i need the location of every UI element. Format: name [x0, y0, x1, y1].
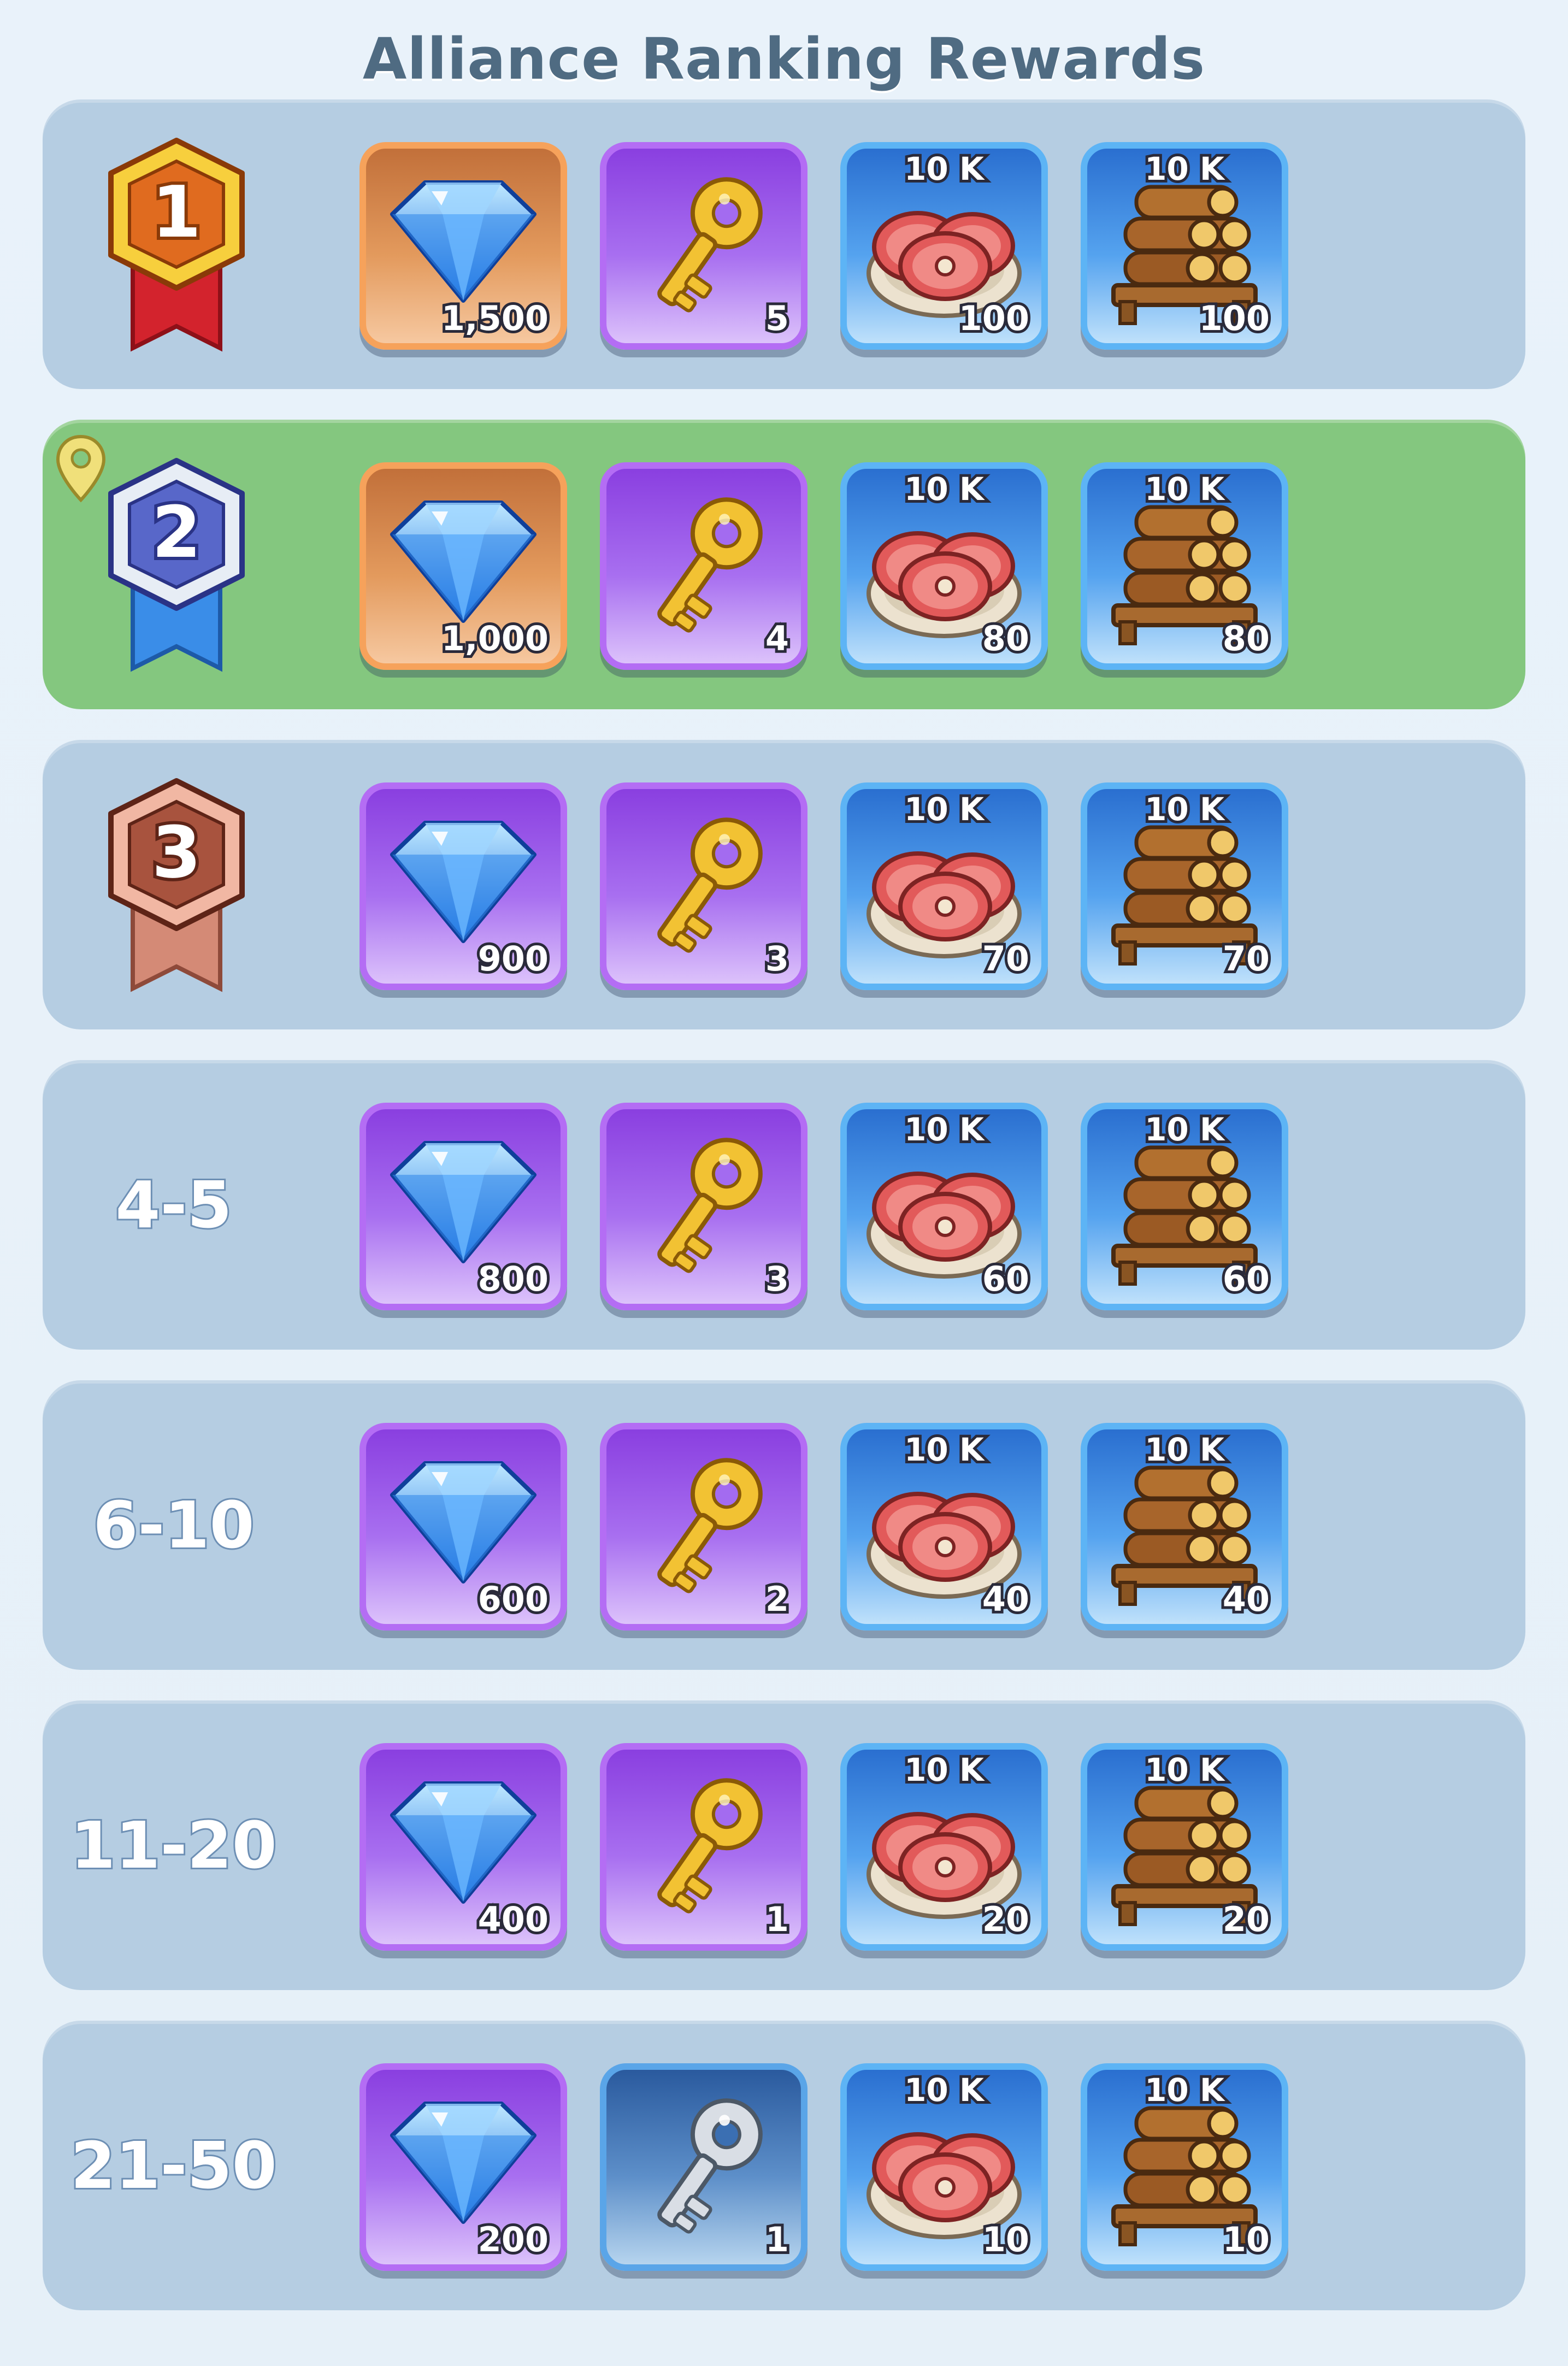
reward-row: 4-5 800 3 10 K 60 10 K 60: [43, 1060, 1525, 1350]
reward-quantity: 1: [763, 2220, 792, 2259]
rank-label: 3: [43, 740, 316, 1029]
resource-amount-tag: 10 K: [901, 1431, 987, 1468]
reward-quantity: 200: [475, 2220, 551, 2259]
medal-number: 2: [152, 491, 201, 574]
resource-amount-tag: 10 K: [901, 1751, 987, 1788]
reward-card[interactable]: 10 K 40: [1081, 1423, 1288, 1631]
reward-card[interactable]: 10 K 70: [840, 782, 1048, 990]
reward-quantity: 1,500: [439, 298, 551, 338]
reward-row: 21-50 200 1 10 K 10 10 K 10: [43, 2021, 1525, 2310]
reward-quantity: 60: [1220, 1259, 1272, 1299]
reward-card[interactable]: 10 K 70: [1081, 782, 1288, 990]
reward-quantity: 80: [980, 619, 1032, 658]
reward-card[interactable]: 400: [359, 1743, 567, 1951]
reward-card[interactable]: 5: [600, 142, 807, 350]
rank-range-text: 4-5: [114, 1166, 233, 1244]
reward-card[interactable]: 1: [600, 1743, 807, 1951]
rank-label: 1: [43, 99, 316, 389]
reward-row: 3 900 3 10 K 70 10 K 70: [43, 740, 1525, 1029]
reward-row: 1 1,500 5 10 K 100 10 K 100: [43, 99, 1525, 389]
reward-card[interactable]: 10 K 40: [840, 1423, 1048, 1631]
rank-range-text: 11-20: [69, 1806, 278, 1885]
reward-quantity: 100: [956, 298, 1032, 338]
reward-quantity: 60: [980, 1259, 1032, 1299]
resource-amount-tag: 10 K: [1142, 791, 1227, 828]
reward-quantity: 5: [763, 298, 792, 338]
reward-quantity: 10: [1220, 2220, 1272, 2259]
rank-label: 21-50: [43, 2021, 316, 2310]
reward-quantity: 1: [763, 1899, 792, 1939]
rank-label: 4-5: [43, 1060, 316, 1350]
reward-quantity: 70: [1220, 939, 1272, 979]
reward-card[interactable]: 10 K 100: [840, 142, 1048, 350]
reward-card[interactable]: 900: [359, 782, 567, 990]
reward-quantity: 3: [763, 1259, 792, 1299]
reward-card[interactable]: 10 K 60: [1081, 1103, 1288, 1310]
reward-quantity: 800: [475, 1259, 551, 1299]
reward-card[interactable]: 10 K 10: [840, 2063, 1048, 2271]
reward-quantity: 40: [1220, 1579, 1272, 1619]
reward-card[interactable]: 600: [359, 1423, 567, 1631]
reward-card[interactable]: 3: [600, 1103, 807, 1310]
rank-label: 6-10: [43, 1380, 316, 1670]
reward-quantity: 4: [763, 619, 792, 658]
silver-medal-icon: 2: [108, 458, 245, 672]
reward-card[interactable]: 10 K 10: [1081, 2063, 1288, 2271]
resource-amount-tag: 10 K: [1142, 470, 1227, 508]
reward-quantity: 20: [980, 1899, 1032, 1939]
gold-medal-icon: 1: [108, 138, 245, 352]
reward-card[interactable]: 2: [600, 1423, 807, 1631]
reward-card[interactable]: 10 K 20: [840, 1743, 1048, 1951]
reward-quantity: 3: [763, 939, 792, 979]
location-pin-icon: [56, 434, 106, 503]
resource-amount-tag: 10 K: [1142, 1751, 1227, 1788]
resource-amount-tag: 10 K: [901, 2071, 987, 2109]
reward-card[interactable]: 10 K 80: [1081, 462, 1288, 670]
reward-row: 6-10 600 2 10 K 40 10 K 40: [43, 1380, 1525, 1670]
rank-range-text: 21-50: [69, 2126, 278, 2205]
reward-card[interactable]: 1: [600, 2063, 807, 2271]
reward-card[interactable]: 1,000: [359, 462, 567, 670]
bronze-medal-icon: 3: [108, 778, 245, 992]
resource-amount-tag: 10 K: [901, 470, 987, 508]
reward-quantity: 40: [980, 1579, 1032, 1619]
reward-quantity: 400: [475, 1899, 551, 1939]
reward-quantity: 70: [980, 939, 1032, 979]
reward-card[interactable]: 10 K 80: [840, 462, 1048, 670]
reward-quantity: 900: [475, 939, 551, 979]
medal-number: 3: [152, 811, 201, 894]
reward-card[interactable]: 10 K 60: [840, 1103, 1048, 1310]
reward-card[interactable]: 200: [359, 2063, 567, 2271]
reward-card[interactable]: 1,500: [359, 142, 567, 350]
reward-card[interactable]: 10 K 20: [1081, 1743, 1288, 1951]
reward-card[interactable]: 10 K 100: [1081, 142, 1288, 350]
rank-range-text: 6-10: [91, 1486, 256, 1564]
resource-amount-tag: 10 K: [901, 1111, 987, 1148]
resource-amount-tag: 10 K: [1142, 150, 1227, 187]
resource-amount-tag: 10 K: [901, 791, 987, 828]
reward-row: 2 1,000 4 10 K 80 10 K 80: [43, 420, 1525, 709]
resource-amount-tag: 10 K: [1142, 1111, 1227, 1148]
reward-card[interactable]: 3: [600, 782, 807, 990]
resource-amount-tag: 10 K: [901, 150, 987, 187]
reward-quantity: 600: [475, 1579, 551, 1619]
resource-amount-tag: 10 K: [1142, 2071, 1227, 2109]
reward-quantity: 100: [1196, 298, 1272, 338]
page-title: Alliance Ranking Rewards: [362, 26, 1206, 92]
reward-card[interactable]: 800: [359, 1103, 567, 1310]
resource-amount-tag: 10 K: [1142, 1431, 1227, 1468]
reward-quantity: 20: [1220, 1899, 1272, 1939]
medal-number: 1: [152, 170, 201, 254]
reward-row: 11-20 400 1 10 K 20 10 K 20: [43, 1700, 1525, 1990]
reward-quantity: 2: [763, 1579, 792, 1619]
reward-quantity: 1,000: [439, 619, 551, 658]
reward-quantity: 80: [1220, 619, 1272, 658]
rank-label: 11-20: [43, 1700, 316, 1990]
reward-quantity: 10: [980, 2220, 1032, 2259]
reward-card[interactable]: 4: [600, 462, 807, 670]
rank-label: 2: [43, 420, 316, 709]
